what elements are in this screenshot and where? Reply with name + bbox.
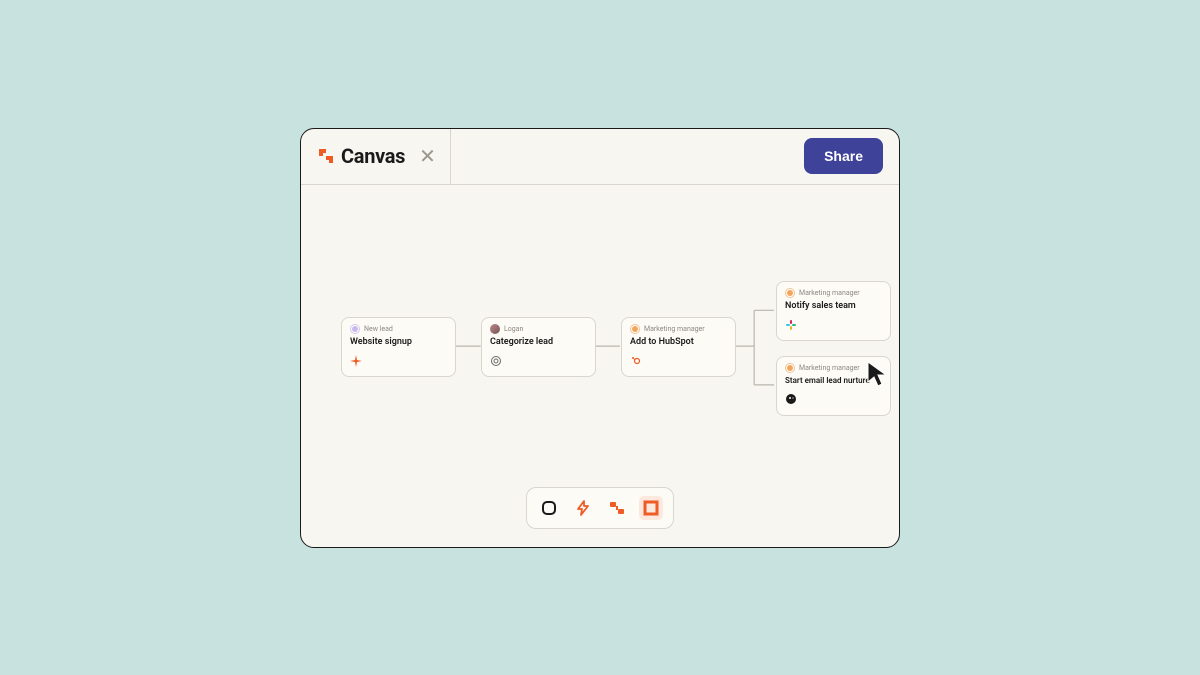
openai-icon <box>490 355 502 367</box>
node-role: Marketing manager <box>799 289 860 297</box>
close-icon[interactable]: ✕ <box>419 146 436 166</box>
avatar-icon <box>785 363 795 373</box>
divider <box>450 128 451 184</box>
mailchimp-icon <box>785 393 797 405</box>
avatar-icon <box>350 324 360 334</box>
app-window: Canvas ✕ Share New lead Website signup <box>300 128 900 548</box>
node-title: Add to HubSpot <box>630 337 727 347</box>
tool-frame[interactable] <box>639 496 663 520</box>
workflow-node[interactable]: Marketing manager Add to HubSpot <box>621 317 736 377</box>
node-role: Logan <box>504 325 523 333</box>
zapier-icon <box>350 355 362 367</box>
tool-flow[interactable] <box>605 496 629 520</box>
app-name: Canvas <box>341 144 405 168</box>
workflow-node[interactable]: New lead Website signup <box>341 317 456 377</box>
avatar-icon <box>490 324 500 334</box>
tool-toolbar <box>526 487 674 529</box>
tool-bolt[interactable] <box>571 496 595 520</box>
node-role: Marketing manager <box>644 325 705 333</box>
node-title: Categorize lead <box>490 337 587 347</box>
avatar-icon <box>785 288 795 298</box>
workflow-node[interactable]: Marketing manager Start email lead nurtu… <box>776 356 891 416</box>
tool-square[interactable] <box>537 496 561 520</box>
canvas[interactable]: New lead Website signup Logan Categorize… <box>301 185 899 547</box>
workflow-node[interactable]: Logan Categorize lead <box>481 317 596 377</box>
node-title: Website signup <box>350 337 447 347</box>
titlebar: Canvas ✕ Share <box>301 129 899 185</box>
node-title: Start email lead nurture <box>785 376 882 385</box>
hubspot-icon <box>630 355 642 367</box>
app-logo: Canvas <box>317 144 405 168</box>
logo-icon <box>317 147 335 165</box>
avatar-icon <box>630 324 640 334</box>
node-role: New lead <box>364 325 393 333</box>
share-button[interactable]: Share <box>804 138 883 174</box>
workflow-node[interactable]: Marketing manager Notify sales team <box>776 281 891 341</box>
node-role: Marketing manager <box>799 364 860 372</box>
slack-icon <box>785 319 797 331</box>
node-title: Notify sales team <box>785 301 882 311</box>
